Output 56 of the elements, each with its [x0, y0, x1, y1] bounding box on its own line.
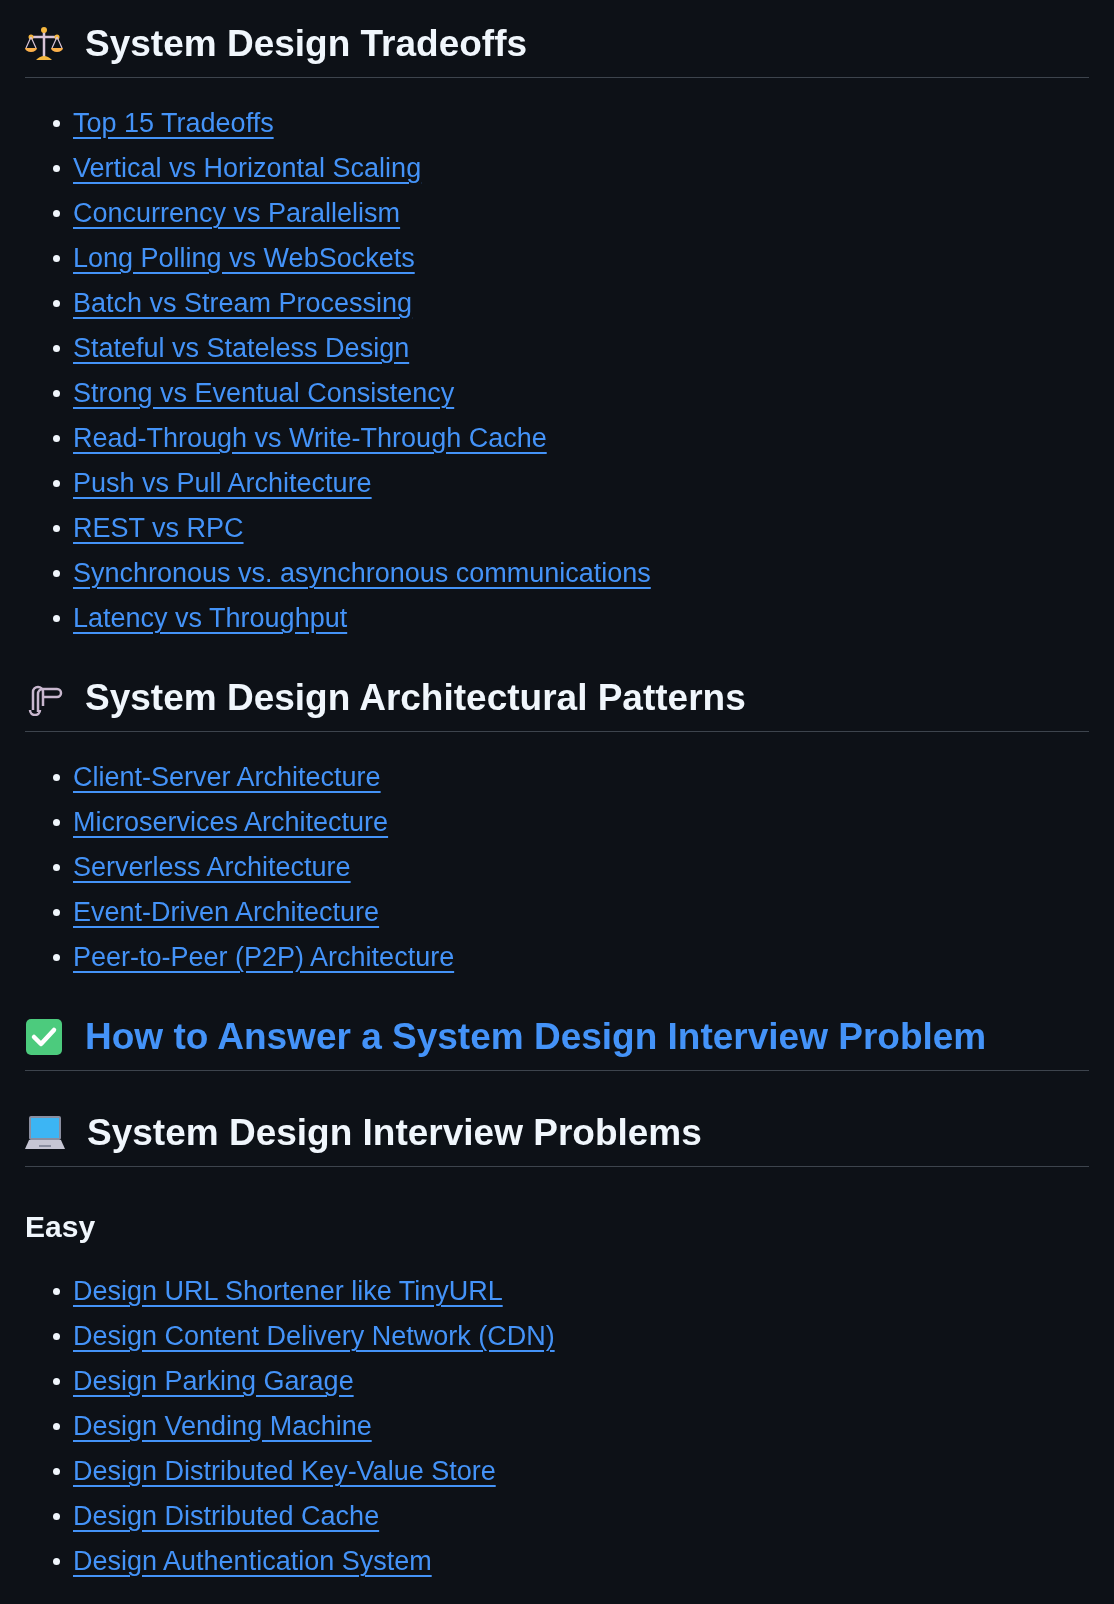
- bullet-icon: [53, 1377, 60, 1385]
- bullet-icon: [53, 524, 60, 532]
- link[interactable]: Design Distributed Cache: [73, 1498, 380, 1534]
- bullet-icon: [53, 1512, 60, 1520]
- section-heading: System Design Architectural Patterns: [85, 676, 746, 720]
- bullet-icon: [53, 344, 60, 352]
- bullet-icon: [53, 254, 60, 262]
- link[interactable]: Push vs Pull Architecture: [73, 465, 372, 501]
- bullet-icon: [53, 569, 60, 577]
- bullet-icon: [53, 164, 60, 172]
- link[interactable]: Top 15 Tradeoffs: [73, 105, 274, 141]
- bullet-icon: [53, 299, 60, 307]
- link[interactable]: Strong vs Eventual Consistency: [73, 375, 455, 411]
- link[interactable]: Vertical vs Horizontal Scaling: [73, 150, 422, 186]
- bullet-icon: [53, 209, 60, 217]
- bullet-icon: [53, 773, 60, 781]
- check-mark-icon: [25, 1017, 63, 1056]
- bullet-icon: [53, 119, 60, 127]
- link[interactable]: Synchronous vs. asynchronous communications: [73, 555, 651, 591]
- link[interactable]: Design Authentication System: [73, 1543, 432, 1579]
- bullet-icon: [53, 434, 60, 442]
- subheading: Easy: [25, 1209, 97, 1245]
- section-heading: System Design Tradeoffs: [85, 22, 528, 66]
- link[interactable]: Microservices Architecture: [73, 804, 389, 840]
- bullet-icon: [53, 1332, 60, 1340]
- bullet-icon: [53, 479, 60, 487]
- link[interactable]: Design Parking Garage: [73, 1363, 354, 1399]
- bullet-icon: [53, 953, 60, 961]
- bullet-icon: [53, 908, 60, 916]
- bullet-icon: [53, 389, 60, 397]
- heading-link[interactable]: How to Answer a System Design Interview Problem: [85, 1013, 987, 1060]
- laptop-icon: [25, 1113, 65, 1152]
- link[interactable]: Latency vs Throughput: [73, 600, 348, 636]
- link[interactable]: Concurrency vs Parallelism: [73, 195, 401, 231]
- link[interactable]: Stateful vs Stateless Design: [73, 330, 410, 366]
- link[interactable]: Peer-to-Peer (P2P) Architecture: [73, 939, 455, 975]
- link[interactable]: Design URL Shortener like TinyURL: [73, 1273, 503, 1309]
- section-heading: System Design Interview Problems: [87, 1111, 702, 1155]
- link[interactable]: Serverless Architecture: [73, 849, 351, 885]
- bullet-icon: [53, 1287, 60, 1295]
- bullet-icon: [53, 614, 60, 622]
- bullet-icon: [53, 1467, 60, 1475]
- link[interactable]: REST vs RPC: [73, 510, 244, 546]
- link[interactable]: Design Content Delivery Network (CDN): [73, 1318, 555, 1354]
- link[interactable]: Design Distributed Key-Value Store: [73, 1453, 496, 1489]
- bullet-icon: [53, 818, 60, 826]
- link[interactable]: Design Vending Machine: [73, 1408, 372, 1444]
- scales-icon: [25, 25, 63, 62]
- link[interactable]: Client-Server Architecture: [73, 759, 381, 795]
- link[interactable]: Event-Driven Architecture: [73, 894, 380, 930]
- bullet-icon: [53, 863, 60, 871]
- link[interactable]: Batch vs Stream Processing: [73, 285, 413, 321]
- link[interactable]: Read-Through vs Write-Through Cache: [73, 420, 547, 456]
- bullet-icon: [53, 1557, 60, 1565]
- link[interactable]: Long Polling vs WebSockets: [73, 240, 415, 276]
- bullet-icon: [53, 1422, 60, 1430]
